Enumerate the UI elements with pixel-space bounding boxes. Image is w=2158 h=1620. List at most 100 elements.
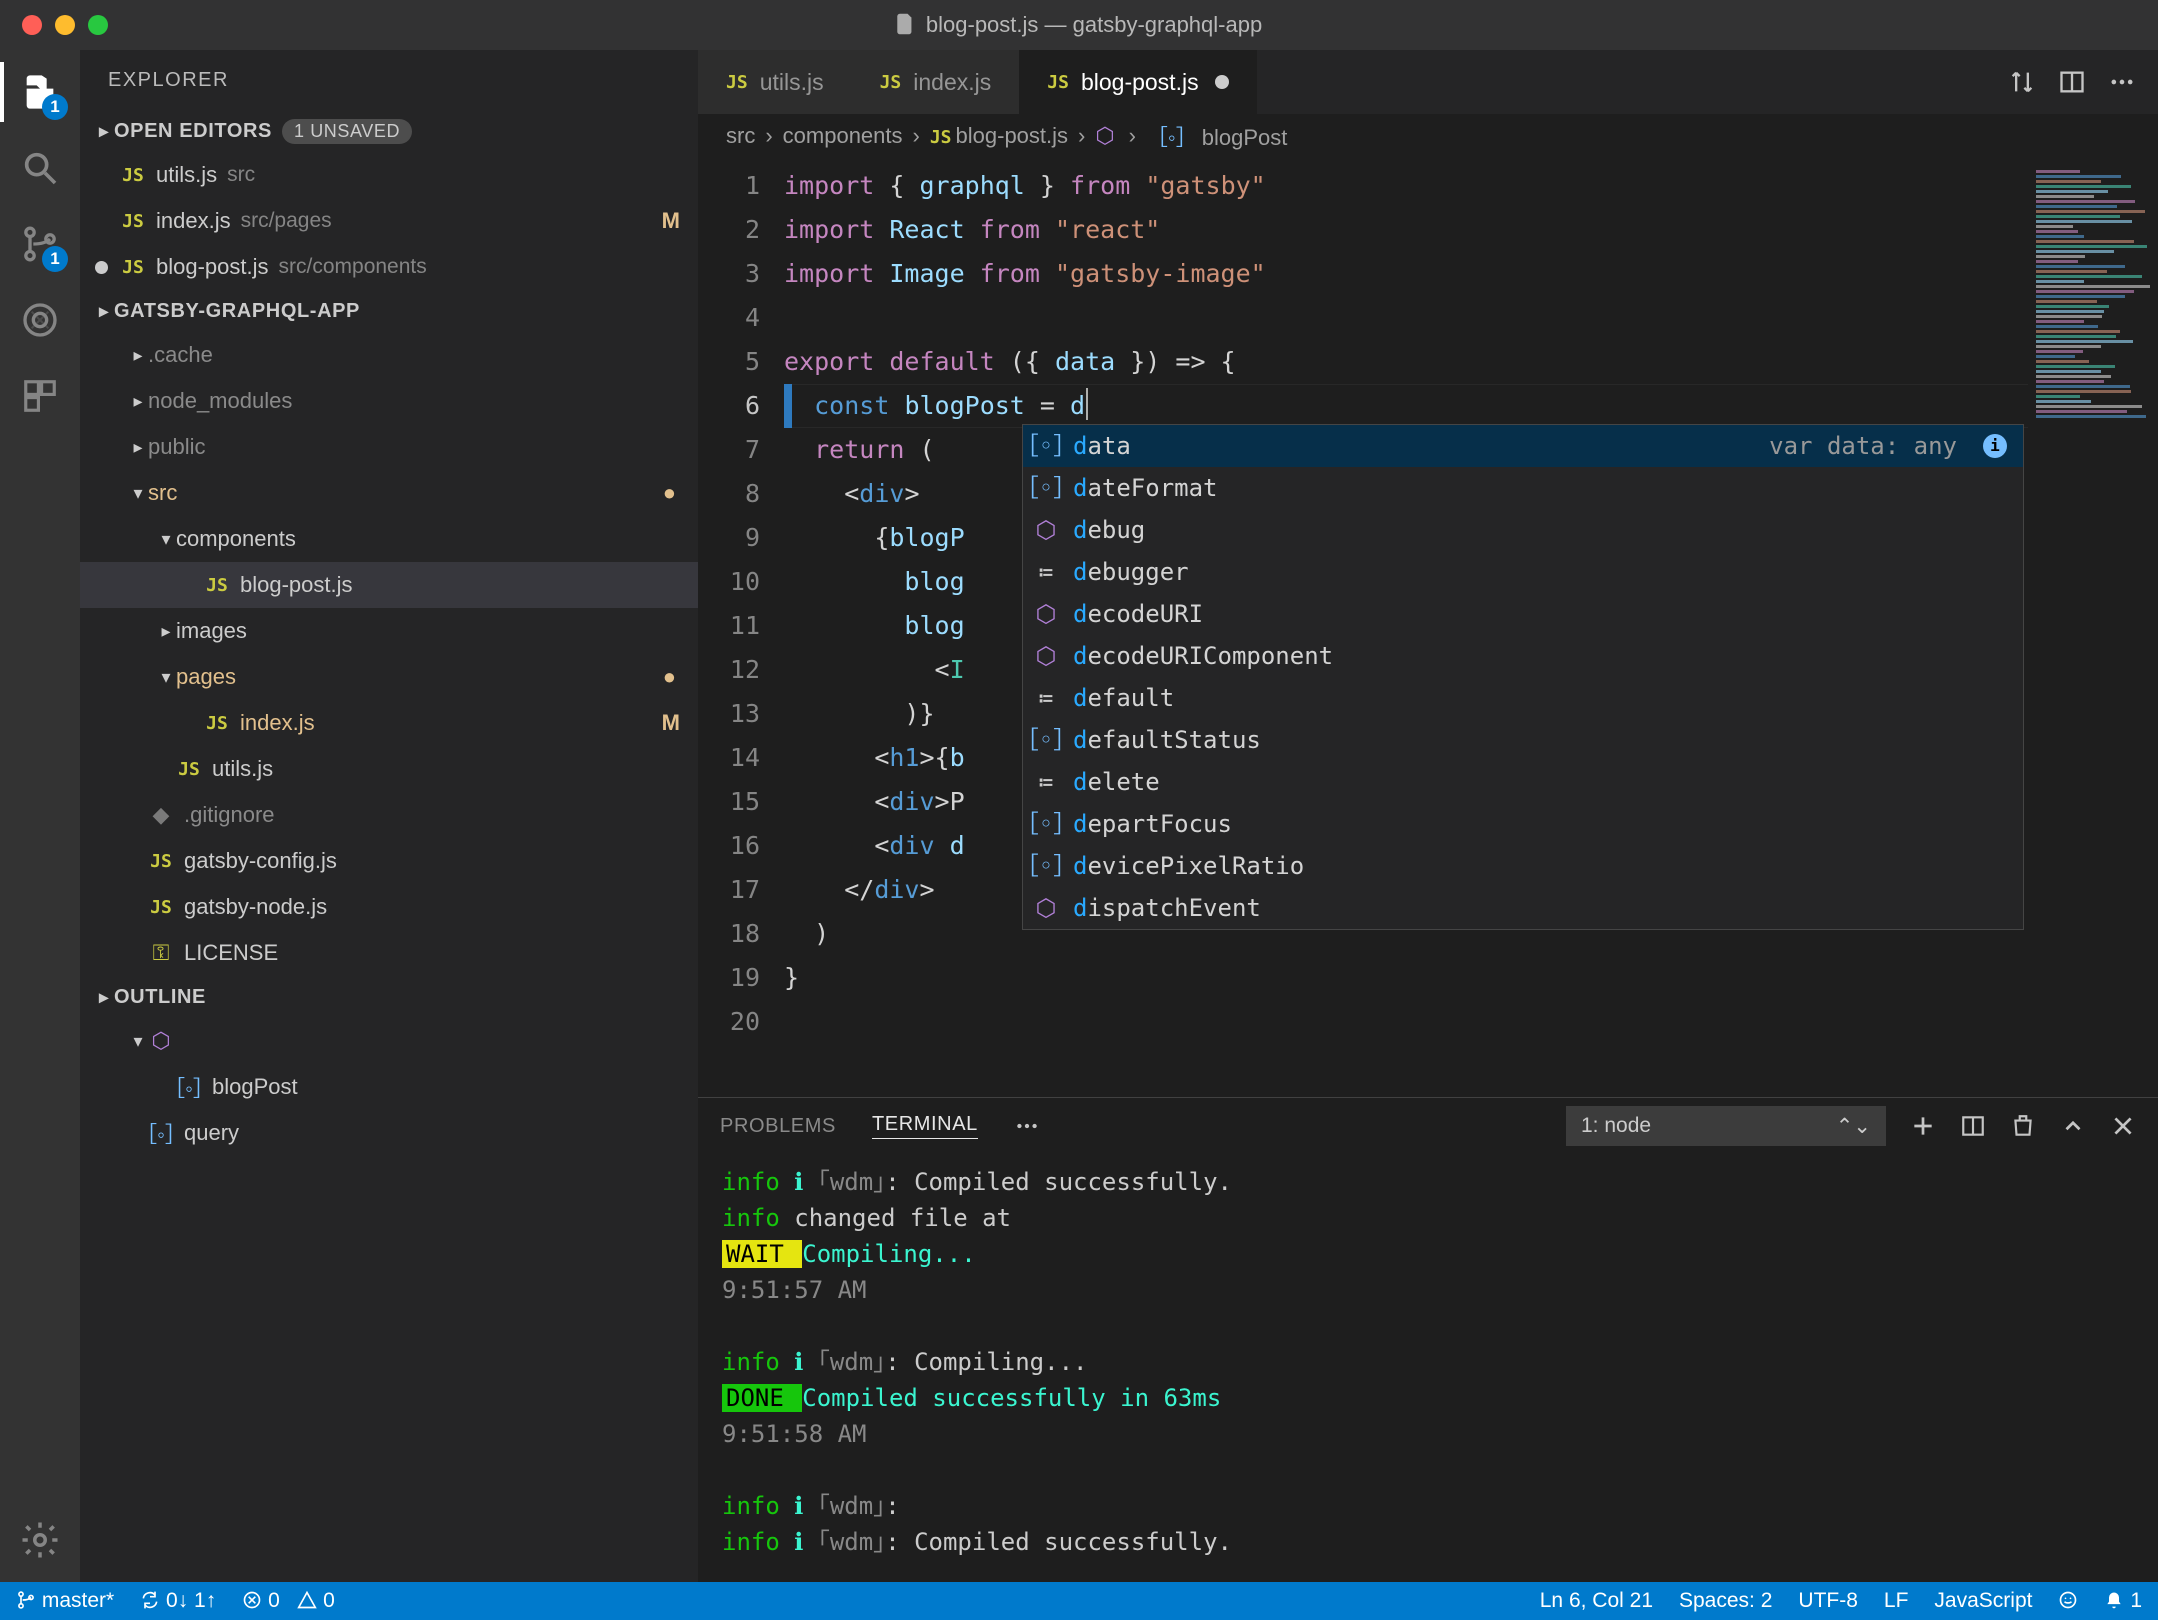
variable-icon: ［◦］: [1033, 433, 1059, 459]
breadcrumb-item[interactable]: components: [783, 123, 903, 149]
sync-label: 0↓ 1↑: [166, 1589, 216, 1612]
tree-item[interactable]: JSutils.js: [80, 746, 698, 792]
cursor-position[interactable]: Ln 6, Col 21: [1540, 1589, 1653, 1613]
tree-item[interactable]: ◆.gitignore: [80, 792, 698, 838]
outline-item[interactable]: ［◦］query: [80, 1110, 698, 1156]
terminal-tab[interactable]: TERMINAL: [872, 1113, 978, 1139]
eol-status[interactable]: LF: [1884, 1589, 1909, 1613]
suggest-item[interactable]: ⬡decodeURIComponent: [1023, 635, 2023, 677]
editor-tab[interactable]: JS utils.js: [698, 50, 852, 114]
git-branch[interactable]: master*: [16, 1589, 114, 1613]
suggest-item[interactable]: ［◦］departFocus: [1023, 803, 2023, 845]
kill-terminal-icon[interactable]: [2010, 1113, 2036, 1139]
feedback-icon[interactable]: [2058, 1589, 2078, 1613]
outline-item[interactable]: ［◦］blogPost: [80, 1064, 698, 1110]
tree-item[interactable]: ▸images: [80, 608, 698, 654]
code-editor[interactable]: 1234567891011121314151617181920 ［◦］datav…: [698, 158, 2158, 1097]
language-status[interactable]: JavaScript: [1934, 1589, 2032, 1613]
code-line[interactable]: [784, 296, 2028, 340]
notifications-status[interactable]: 1: [2104, 1589, 2142, 1613]
tree-item[interactable]: JSgatsby-node.js: [80, 884, 698, 930]
workspace-header[interactable]: ▸ GATSBY-GRAPHQL-APP: [80, 290, 698, 332]
code-line[interactable]: [784, 1000, 2028, 1044]
code-line[interactable]: import Image from "gatsby-image": [784, 252, 2028, 296]
code-lines[interactable]: ［◦］datavar data: anyi ［◦］dateFormat ⬡deb…: [784, 158, 2028, 1097]
suggest-text: devicePixelRatio: [1073, 845, 1304, 887]
tree-item[interactable]: ▾pages●: [80, 654, 698, 700]
tree-item[interactable]: JSblog-post.js: [80, 562, 698, 608]
tree-item[interactable]: ▸node_modules: [80, 378, 698, 424]
suggest-item[interactable]: ［◦］dateFormat: [1023, 467, 2023, 509]
tree-item[interactable]: ▾src●: [80, 470, 698, 516]
problems-status[interactable]: 0 0: [242, 1589, 335, 1613]
close-panel-icon[interactable]: [2110, 1113, 2136, 1139]
suggest-item[interactable]: ［◦］datavar data: anyi: [1023, 425, 2023, 467]
suggest-item[interactable]: ≔default: [1023, 677, 2023, 719]
file-dir: src/components: [279, 255, 427, 279]
breadcrumb-item[interactable]: ⬡: [1095, 123, 1118, 149]
tree-item[interactable]: JSindex.jsM: [80, 700, 698, 746]
split-terminal-icon[interactable]: [1960, 1113, 1986, 1139]
suggest-item[interactable]: ［◦］defaultStatus: [1023, 719, 2023, 761]
encoding-status[interactable]: UTF-8: [1798, 1589, 1858, 1613]
outline-header[interactable]: ▸ OUTLINE: [80, 976, 698, 1018]
terminal-output[interactable]: info ℹ ｢wdm｣: Compiled successfully.info…: [698, 1154, 2158, 1582]
scm-activity[interactable]: 1: [16, 220, 64, 268]
suggest-item[interactable]: ⬡debug: [1023, 509, 2023, 551]
code-line[interactable]: import React from "react": [784, 208, 2028, 252]
new-terminal-icon[interactable]: [1910, 1113, 1936, 1139]
open-editor-item[interactable]: JS utils.js src: [80, 152, 698, 198]
minimap[interactable]: [2028, 158, 2158, 1097]
function-icon: ⬡: [151, 1028, 170, 1054]
method-icon: ⬡: [1033, 517, 1059, 543]
terminal-selector[interactable]: 1: node ⌃⌄: [1566, 1106, 1886, 1146]
line-number: 12: [698, 648, 760, 692]
tree-item[interactable]: JSgatsby-config.js: [80, 838, 698, 884]
tree-item[interactable]: ▾components: [80, 516, 698, 562]
problems-tab[interactable]: PROBLEMS: [720, 1115, 836, 1138]
split-editor-icon[interactable]: [2058, 68, 2086, 96]
suggest-item[interactable]: ≔delete: [1023, 761, 2023, 803]
code-line[interactable]: export default ({ data }) => {: [784, 340, 2028, 384]
suggest-item[interactable]: ［◦］devicePixelRatio: [1023, 845, 2023, 887]
maximize-panel-icon[interactable]: [2060, 1113, 2086, 1139]
line-number: 2: [698, 208, 760, 252]
tree-item[interactable]: ▸.cache: [80, 332, 698, 378]
indent-status[interactable]: Spaces: 2: [1679, 1589, 1772, 1613]
more-panels-icon[interactable]: [1014, 1113, 1040, 1139]
suggest-text: debugger: [1073, 551, 1189, 593]
tree-item[interactable]: ⚿LICENSE: [80, 930, 698, 976]
tree-item-label: index.js: [240, 710, 315, 736]
search-activity[interactable]: [16, 144, 64, 192]
debug-activity[interactable]: [16, 296, 64, 344]
open-editor-item[interactable]: JS blog-post.js src/components: [80, 244, 698, 290]
explorer-activity[interactable]: 1: [16, 68, 64, 116]
breadcrumb-item[interactable]: JSblog-post.js: [930, 123, 1068, 149]
warnings-count: 0: [323, 1589, 335, 1612]
outline-item[interactable]: ▾⬡: [80, 1018, 698, 1064]
extensions-activity[interactable]: [16, 372, 64, 420]
settings-activity[interactable]: [16, 1516, 64, 1564]
more-actions-icon[interactable]: [2108, 68, 2136, 96]
status-bar: master* 0↓ 1↑ 0 0 Ln 6, Col 21 Spaces: 2…: [0, 1582, 2158, 1620]
compare-changes-icon[interactable]: [2008, 68, 2036, 96]
breadcrumb-item[interactable]: src: [726, 123, 755, 149]
suggest-item[interactable]: ⬡decodeURI: [1023, 593, 2023, 635]
tree-item[interactable]: ▸public: [80, 424, 698, 470]
suggest-item[interactable]: ⬡dispatchEvent: [1023, 887, 2023, 929]
info-icon[interactable]: i: [1983, 434, 2007, 458]
sync-status[interactable]: 0↓ 1↑: [140, 1589, 216, 1613]
outline-label: query: [184, 1120, 239, 1146]
code-line[interactable]: import { graphql } from "gatsby": [784, 164, 2028, 208]
suggest-widget[interactable]: ［◦］datavar data: anyi ［◦］dateFormat ⬡deb…: [1022, 424, 2024, 930]
breadcrumbs[interactable]: src›components›JSblog-post.js›⬡›［◦］blogP…: [698, 114, 2158, 158]
line-number: 3: [698, 252, 760, 296]
editor-tab[interactable]: JS blog-post.js: [1019, 50, 1256, 114]
variable-icon: ［◦］: [1146, 125, 1198, 150]
open-editor-item[interactable]: JS index.js src/pages M: [80, 198, 698, 244]
open-editors-header[interactable]: ▸ OPEN EDITORS 1 UNSAVED: [80, 110, 698, 152]
editor-tab[interactable]: JS index.js: [852, 50, 1020, 114]
suggest-item[interactable]: ≔debugger: [1023, 551, 2023, 593]
breadcrumb-item[interactable]: ［◦］blogPost: [1146, 120, 1287, 152]
code-line[interactable]: }: [784, 956, 2028, 1000]
